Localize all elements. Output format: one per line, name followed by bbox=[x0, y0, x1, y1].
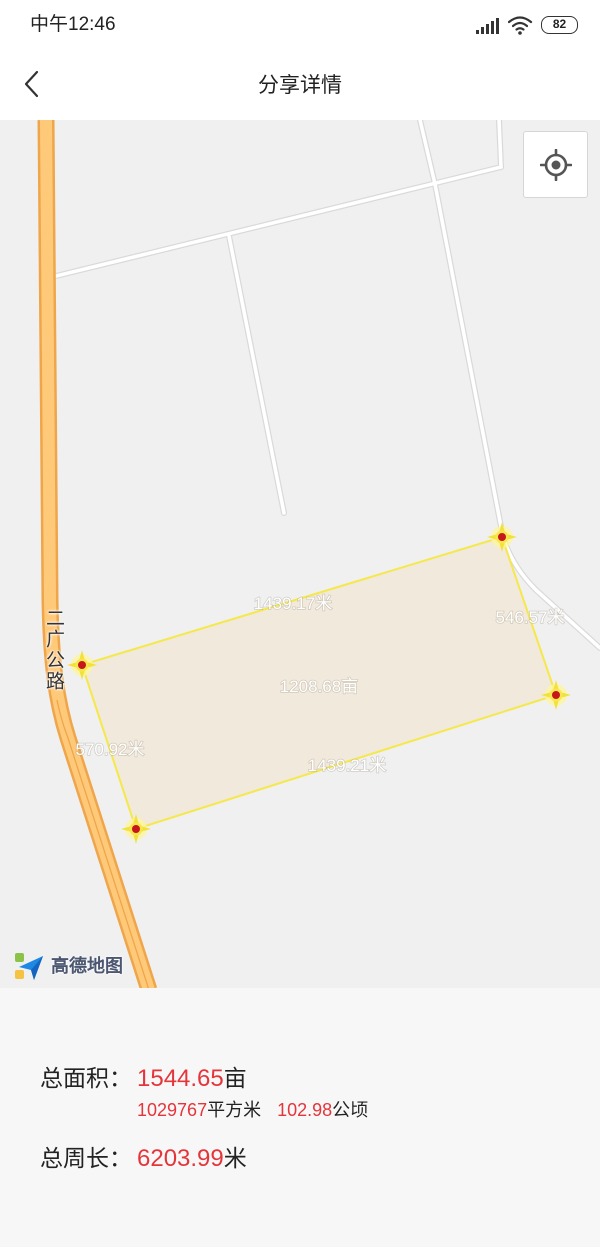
total-area-sqm-value: 1029767 bbox=[137, 1100, 208, 1120]
highway bbox=[46, 120, 149, 988]
total-area-label: 总面积： bbox=[40, 1065, 132, 1091]
total-perimeter-row: 总周长： 6203.99米 bbox=[40, 1143, 247, 1174]
back-button[interactable] bbox=[14, 62, 54, 106]
map-view[interactable]: 1439.17米 546.57米 1208.68亩 570.92米 1439.2… bbox=[0, 120, 600, 988]
total-area-ha-unit: 公顷 bbox=[332, 1100, 369, 1120]
total-area-ha-value: 102.98 bbox=[277, 1100, 333, 1120]
total-area-row: 总面积： 1544.65亩 bbox=[40, 1063, 247, 1094]
header: 分享详情 bbox=[0, 50, 600, 120]
crosshair-icon bbox=[540, 149, 572, 181]
edge-length-bottom: 1439.21米 bbox=[308, 756, 386, 775]
status-time: 中午12:46 bbox=[30, 14, 116, 35]
signal-icon bbox=[476, 18, 499, 34]
total-area-conversions: 1029767平方米 102.98公顷 bbox=[137, 1099, 368, 1121]
minor-roads bbox=[52, 120, 600, 648]
locate-button[interactable] bbox=[523, 131, 588, 198]
chevron-left-icon bbox=[24, 70, 39, 98]
total-area-sqm-unit: 平方米 bbox=[207, 1100, 262, 1120]
summary-panel: 总面积： 1544.65亩 1029767平方米 102.98公顷 总周长： 6203… bbox=[0, 988, 600, 1247]
amap-logo: 高德地图 bbox=[13, 948, 133, 984]
battery-icon: 82 bbox=[541, 16, 578, 34]
plot-area-label: 1208.68亩 bbox=[280, 677, 358, 696]
total-area-mu-value: 1544.65 bbox=[137, 1065, 224, 1092]
wifi-icon bbox=[508, 16, 533, 35]
total-perimeter-unit: 米 bbox=[223, 1145, 247, 1171]
edge-length-left: 570.92米 bbox=[76, 740, 145, 759]
status-bar: 中午12:46 82 bbox=[0, 0, 600, 50]
page-title: 分享详情 bbox=[258, 74, 342, 97]
map-canvas: 1439.17米 546.57米 1208.68亩 570.92米 1439.2… bbox=[0, 120, 600, 988]
edge-length-right: 546.57米 bbox=[496, 608, 565, 627]
road-name-label: 二广公路 bbox=[43, 608, 64, 692]
total-perimeter-value: 6203.99 bbox=[137, 1145, 224, 1172]
amap-logo-icon bbox=[15, 953, 43, 980]
total-perimeter-label: 总周长： bbox=[40, 1145, 132, 1171]
battery-level: 82 bbox=[552, 17, 567, 31]
edge-length-top: 1439.17米 bbox=[254, 594, 332, 613]
amap-logo-text: 高德地图 bbox=[51, 956, 123, 976]
app-screen: 中午12:46 82 分享详情 1439.17米 546.57米 1208.68… bbox=[0, 0, 600, 1247]
total-area-mu-unit: 亩 bbox=[223, 1065, 247, 1091]
